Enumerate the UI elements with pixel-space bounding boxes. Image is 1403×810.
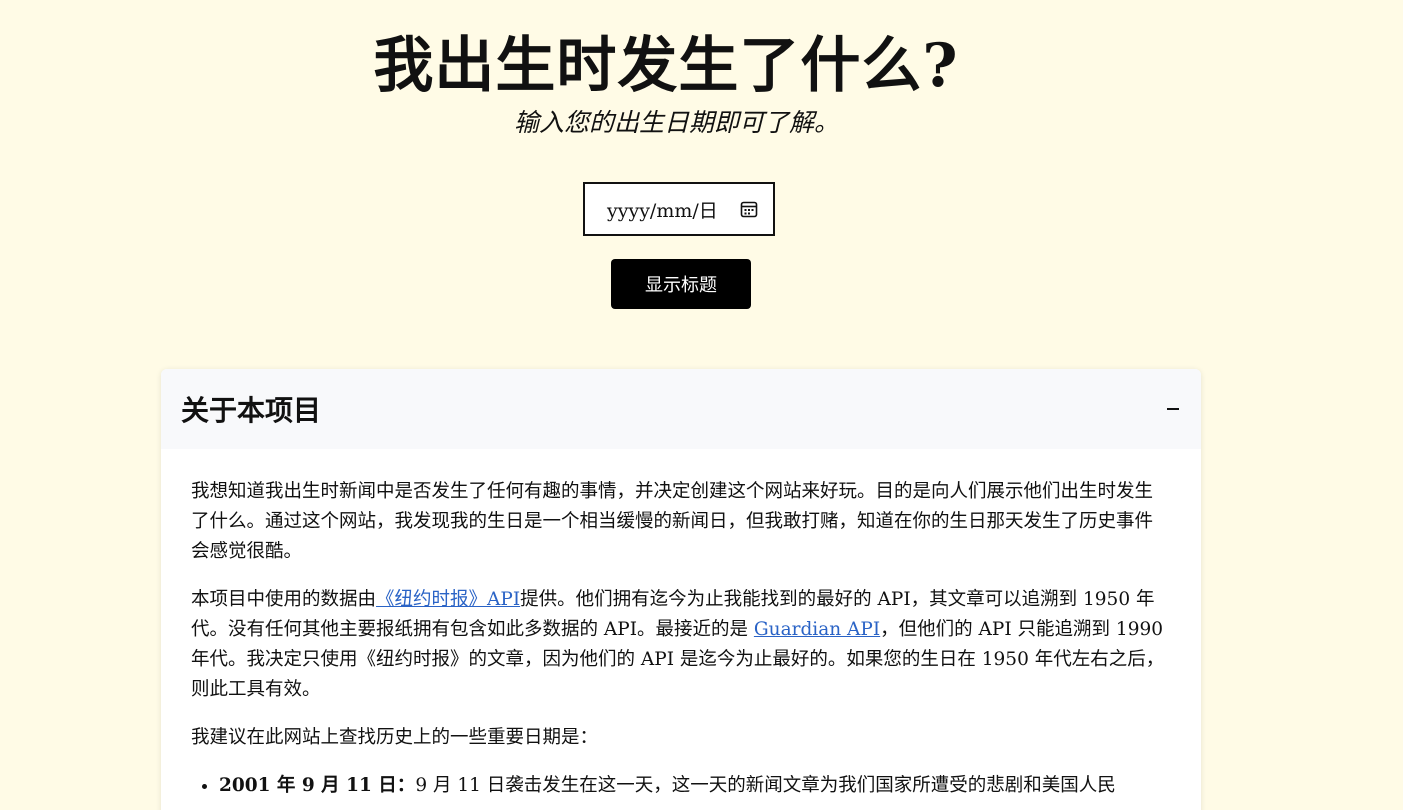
about-panel-header[interactable]: 关于本项目 — [161, 369, 1201, 449]
birthdate-input[interactable]: yyyy/mm/日 — [583, 182, 775, 236]
list-item: 2001 年 9 月 11 日：9 月 11 日袭击发生在这一天，这一天的新闻文… — [219, 771, 1171, 801]
about-p2-text-before: 本项目中使用的数据由 — [191, 589, 377, 610]
guardian-api-link[interactable]: Guardian API — [754, 619, 880, 640]
calendar-icon[interactable] — [739, 199, 759, 219]
minus-icon[interactable] — [1165, 401, 1181, 417]
about-paragraph-1: 我想知道我出生时新闻中是否发生了任何有趣的事情，并决定创建这个网站来好玩。目的是… — [191, 481, 1154, 562]
nyt-api-link[interactable]: 《纽约时报》API — [376, 589, 520, 610]
show-headlines-button[interactable]: 显示标题 — [611, 259, 751, 309]
about-panel-body: 我想知道我出生时新闻中是否发生了任何有趣的事情，并决定创建这个网站来好玩。目的是… — [161, 449, 1201, 801]
list-item-date: 2001 年 9 月 11 日： — [219, 775, 416, 796]
page: 我出生时发生了什么? 输入您的出生日期即可了解。 yyyy/mm/日 显示标题 … — [0, 0, 1403, 810]
important-dates-list: 2001 年 9 月 11 日：9 月 11 日袭击发生在这一天，这一天的新闻文… — [191, 771, 1171, 801]
list-item-text: 9 月 11 日袭击发生在这一天，这一天的新闻文章为我们国家所遭受的悲剧和美国人… — [415, 775, 1116, 796]
page-subtitle: 输入您的出生日期即可了解。 — [513, 108, 839, 137]
about-paragraph-3: 我建议在此网站上查找历史上的一些重要日期是： — [191, 727, 599, 748]
page-title: 我出生时发生了什么? — [373, 31, 959, 101]
birthdate-placeholder: yyyy/mm/日 — [607, 199, 718, 222]
about-paragraph-2: 本项目中使用的数据由《纽约时报》API提供。他们拥有迄今为止我能找到的最好的 A… — [191, 585, 1171, 705]
about-panel: 关于本项目 我想知道我出生时新闻中是否发生了任何有趣的事情，并决定创建这个网站来… — [161, 369, 1201, 810]
about-panel-title: 关于本项目 — [181, 394, 322, 427]
